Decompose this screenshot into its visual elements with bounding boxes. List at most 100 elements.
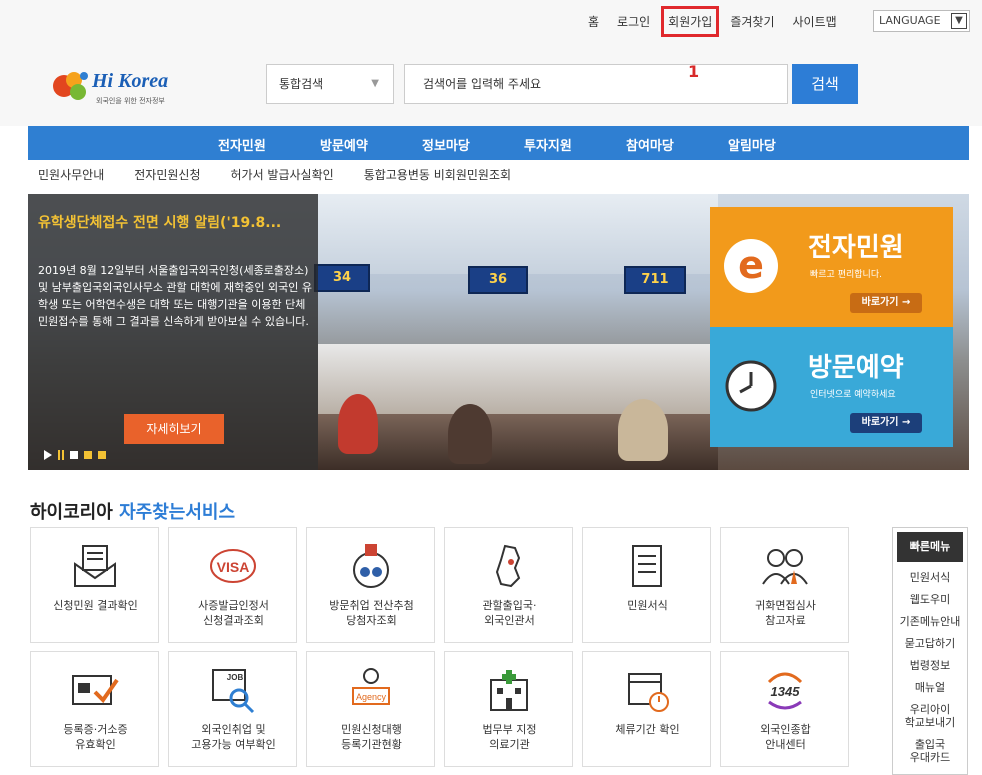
nav-participation[interactable]: 참여마당	[626, 135, 674, 154]
service-label: 사증발급인정서 신청결과조회	[198, 599, 269, 627]
quick-menu: 빠른메뉴 민원서식 웹도우미 기존메뉴안내 묻고답하기 법령정보 매뉴얼 우리아…	[892, 527, 968, 775]
nav-info[interactable]: 정보마당	[422, 135, 470, 154]
counter-sign: 34	[314, 264, 370, 292]
sub-nav: 민원사무안내 전자민원신청 허가서 발급사실확인 통합고용변동 비회원민원조회	[38, 166, 541, 183]
signup-link[interactable]: 회원가입	[661, 6, 720, 37]
nav-investment[interactable]: 투자지원	[524, 135, 572, 154]
quick-menu-item[interactable]: 민원서식	[893, 571, 967, 584]
service-card[interactable]: 민원서식	[582, 527, 711, 643]
quick-menu-item[interactable]: 출입국 우대카드	[893, 738, 967, 764]
subnav-item[interactable]: 전자민원신청	[134, 166, 200, 183]
services-heading-brand: 하이코리아	[30, 502, 113, 523]
e-civil-sub: 빠르고 편리합니다.	[810, 270, 882, 280]
top-utility-bar: 홈 로그인 회원가입 즐겨찾기 사이트맵 LANGUAGE ▼	[0, 0, 982, 44]
service-card[interactable]: 신청민원 결과확인	[30, 527, 159, 643]
pause-icon[interactable]	[58, 450, 64, 460]
nav-notice[interactable]: 알림마당	[728, 135, 776, 154]
korea-map-icon	[495, 544, 521, 588]
nav-e-civil[interactable]: 전자민원	[218, 135, 266, 154]
visa-stamp-icon: VISA	[210, 549, 256, 583]
svg-text:1345: 1345	[771, 684, 801, 699]
hero-title[interactable]: 유학생단체접수 전면 시행 알림('19.8...	[38, 212, 318, 232]
hero-photo-counter	[318, 344, 718, 414]
main-nav: 전자민원 방문예약 정보마당 투자지원 참여마당 알림마당	[28, 126, 969, 160]
subnav-item[interactable]: 허가서 발급사실확인	[231, 166, 334, 183]
service-card[interactable]: Agency 민원신청대행 등록기관현황	[306, 651, 435, 767]
quick-menu-item[interactable]: 기존메뉴안내	[893, 615, 967, 628]
visit-sub: 인터넷으로 예약하세요	[810, 390, 896, 400]
e-civil-go-button[interactable]: 바로가기 →	[850, 293, 922, 313]
subnav-item[interactable]: 민원사무안내	[38, 166, 104, 183]
id-card-check-icon	[72, 675, 119, 705]
hikorea-logo[interactable]: Hi Korea 외국인을 위한 전자정부	[52, 64, 192, 112]
service-card[interactable]: 방문취업 전산추첨 당첨자조회	[306, 527, 435, 643]
service-label: 외국인종합 안내센터	[760, 723, 811, 751]
service-card[interactable]: 귀화면접심사 참고자료	[720, 527, 849, 643]
call-center-1345-icon: 1345	[767, 672, 803, 710]
person-figure	[338, 394, 378, 454]
top-links: 홈 로그인 회원가입 즐겨찾기 사이트맵	[588, 6, 855, 37]
job-search-icon: JOB	[212, 669, 255, 714]
slide-dot[interactable]	[98, 451, 106, 459]
hero-photo-ceiling	[318, 194, 718, 274]
visit-go-button[interactable]: 바로가기 →	[850, 413, 922, 433]
login-link[interactable]: 로그인	[617, 13, 650, 30]
language-label: LANGUAGE	[879, 14, 941, 27]
hero-description: 2019년 8월 12일부터 서울출입국외국인청(세종로출장소) 및 남부출입국…	[38, 264, 312, 328]
hospital-icon	[490, 670, 528, 711]
service-label: 관할출입국· 외국인관서	[482, 599, 537, 627]
quick-menu-item[interactable]: 웹도우미	[893, 593, 967, 606]
envelope-document-icon	[74, 545, 116, 587]
clock-icon	[725, 360, 777, 412]
visit-title: 방문예약	[808, 353, 904, 383]
dropdown-triangle-icon: ▼	[371, 78, 379, 89]
visit-reservation-tile[interactable]: 방문예약 인터넷으로 예약하세요 바로가기 →	[710, 327, 953, 447]
service-label: 민원서식	[627, 599, 668, 612]
search-category-select[interactable]: 통합검색 ▼	[266, 64, 394, 104]
service-card[interactable]: 등록증·거소증 유효확인	[30, 651, 159, 767]
service-card[interactable]: 법무부 지정 의료기관	[444, 651, 573, 767]
services-heading-title: 자주찾는서비스	[119, 502, 236, 523]
chevron-down-icon: ▼	[951, 13, 967, 29]
service-card[interactable]: 관할출입국· 외국인관서	[444, 527, 573, 643]
quick-menu-item[interactable]: 우리아이 학교보내기	[893, 703, 967, 729]
nav-visit-reservation[interactable]: 방문예약	[320, 135, 368, 154]
search-input[interactable]: 검색어를 입력해 주세요	[404, 64, 788, 104]
logo-mark-icon	[53, 72, 88, 100]
service-label: 신청민원 결과확인	[53, 599, 138, 612]
counter-sign: 711	[624, 266, 686, 294]
service-card[interactable]: VISA 사증발급인정서 신청결과조회	[168, 527, 297, 643]
slide-dot[interactable]	[70, 451, 78, 459]
hero-more-button[interactable]: 자세히보기	[124, 414, 224, 444]
favorites-link[interactable]: 즐겨찾기	[730, 13, 774, 30]
language-select[interactable]: LANGUAGE ▼	[873, 10, 970, 32]
search-button[interactable]: 검색	[792, 64, 858, 104]
subnav-item[interactable]: 통합고용변동 비회원민원조회	[364, 166, 511, 183]
quick-menu-item[interactable]: 매뉴얼	[893, 681, 967, 694]
form-document-icon	[632, 545, 662, 587]
service-label: 방문취업 전산추첨 당첨자조회	[329, 599, 414, 627]
slide-dot[interactable]	[84, 451, 92, 459]
lottery-icon	[353, 544, 389, 588]
service-card[interactable]: 체류기간 확인	[582, 651, 711, 767]
service-card[interactable]: 1345 외국인종합 안내센터	[720, 651, 849, 767]
hero-notice-panel: 유학생단체접수 전면 시행 알림('19.8... 2019년 8월 12일부터…	[28, 194, 318, 470]
service-label: 외국인취업 및 고용가능 여부확인	[191, 723, 276, 751]
svg-text:VISA: VISA	[217, 559, 250, 575]
e-civil-title: 전자민원	[808, 233, 904, 263]
home-link[interactable]: 홈	[588, 13, 599, 30]
search-category-value: 통합검색	[279, 77, 324, 91]
play-icon[interactable]	[44, 450, 52, 460]
service-label: 체류기간 확인	[615, 723, 680, 736]
person-figure	[448, 404, 492, 464]
service-card[interactable]: JOB 외국인취업 및 고용가능 여부확인	[168, 651, 297, 767]
people-icon	[762, 549, 808, 585]
service-label: 귀화면접심사 참고자료	[755, 599, 816, 627]
annotation-number: 1	[688, 62, 700, 81]
quick-menu-item[interactable]: 법령정보	[893, 659, 967, 672]
logo-tagline: 외국인을 위한 전자정부	[96, 97, 165, 105]
person-figure	[618, 399, 668, 461]
quick-menu-item[interactable]: 묻고답하기	[893, 637, 967, 650]
e-civil-tile[interactable]: e 전자민원 빠르고 편리합니다. 바로가기 →	[710, 207, 953, 327]
sitemap-link[interactable]: 사이트맵	[793, 13, 837, 30]
